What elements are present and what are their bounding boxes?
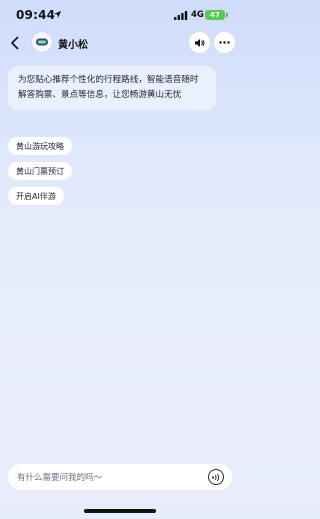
status-time: 09:44 bbox=[16, 8, 56, 22]
more-button[interactable] bbox=[214, 32, 235, 53]
back-icon[interactable] bbox=[9, 36, 21, 50]
status-bar: 09:44 4G 47 bbox=[0, 0, 240, 30]
avatar[interactable] bbox=[31, 31, 53, 53]
voice-input-icon[interactable] bbox=[208, 469, 224, 485]
assistant-message-text: 为您贴心推荐个性化的行程路线，智能语音随时解答购票、景点等信息，让您畅游黄山无忧 bbox=[18, 75, 199, 100]
chat-header: 黄小松 bbox=[0, 30, 240, 56]
battery-level: 47 bbox=[210, 11, 220, 19]
suggestion-chip-ai-tour[interactable]: 开启AI伴游 bbox=[8, 187, 64, 205]
signal-icon bbox=[174, 11, 188, 20]
sound-wave-icon bbox=[211, 473, 220, 481]
input-placeholder: 有什么需要问我的吗～ bbox=[17, 473, 103, 483]
speaker-icon bbox=[195, 38, 205, 47]
more-icon bbox=[219, 41, 230, 44]
message-input[interactable]: 有什么需要问我的吗～ bbox=[8, 464, 232, 490]
battery-icon: 47 bbox=[205, 10, 225, 20]
suggestion-chip-label: 开启AI伴游 bbox=[16, 191, 56, 201]
suggestion-chip-label: 黄山游玩攻略 bbox=[16, 141, 64, 151]
home-indicator bbox=[84, 509, 156, 513]
suggestion-chip-label: 黄山门票预订 bbox=[16, 166, 64, 176]
robot-face-icon bbox=[36, 38, 48, 46]
suggestion-chip-tickets[interactable]: 黄山门票预订 bbox=[8, 162, 72, 180]
speaker-button[interactable] bbox=[189, 32, 210, 53]
battery-cap bbox=[226, 13, 228, 17]
location-arrow-icon bbox=[53, 10, 62, 19]
assistant-message: 为您贴心推荐个性化的行程路线，智能语音随时解答购票、景点等信息，让您畅游黄山无忧 bbox=[8, 66, 216, 110]
page-title: 黄小松 bbox=[58, 40, 88, 51]
suggestion-chip-guide[interactable]: 黄山游玩攻略 bbox=[8, 137, 72, 155]
network-type: 4G bbox=[191, 10, 204, 20]
